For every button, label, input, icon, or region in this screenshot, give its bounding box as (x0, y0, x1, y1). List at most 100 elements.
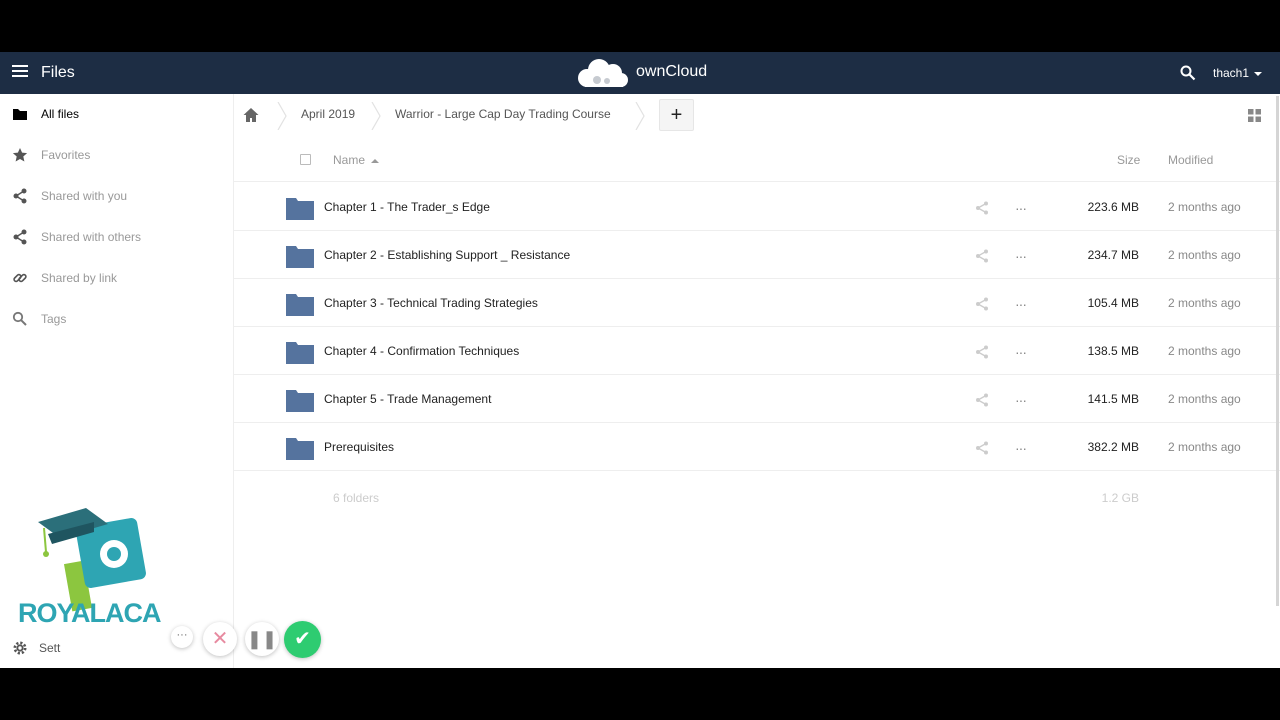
sidebar-item-label: Shared with you (41, 189, 128, 203)
pause-button[interactable]: ❚❚ (245, 622, 279, 656)
folder-icon (13, 109, 27, 120)
top-bar: Files ownCloud thach1 (0, 52, 1280, 94)
file-name[interactable]: Prerequisites (324, 440, 394, 454)
sidebar-item-label: Shared with others (41, 230, 142, 244)
more-actions-icon[interactable]: ··· (1015, 344, 1027, 360)
file-modified: 2 months ago (1168, 344, 1241, 358)
folder-icon (286, 198, 314, 220)
sort-ascending-icon (371, 158, 380, 163)
user-menu[interactable]: thach1 (1213, 66, 1263, 80)
select-all-checkbox[interactable] (300, 154, 311, 165)
table-row[interactable]: Chapter 2 - Establishing Support _ Resis… (234, 231, 1280, 279)
share-icon[interactable] (975, 249, 989, 263)
file-list: Chapter 1 - The Trader_s Edge ··· 223.6 … (234, 183, 1280, 471)
sidebar: All files Favorites Shared with you Shar… (0, 94, 234, 668)
link-icon (13, 273, 27, 283)
folder-icon (286, 438, 314, 460)
settings-label: Sett (39, 641, 61, 655)
column-header-modified[interactable]: Modified (1168, 153, 1213, 167)
cancel-button[interactable]: ✕ (203, 622, 237, 656)
table-row[interactable]: Prerequisites ··· 382.2 MB 2 months ago (234, 423, 1280, 471)
more-actions-icon[interactable]: ··· (1015, 248, 1027, 264)
column-header-name-label: Name (333, 153, 366, 167)
column-header-size[interactable]: Size (1117, 153, 1140, 167)
breadcrumb-separator-icon (277, 102, 287, 130)
sidebar-item-label: All files (41, 107, 80, 121)
sidebar-item-favorites[interactable]: Favorites (0, 135, 233, 175)
sidebar-item-shared-with-others[interactable]: Shared with others (0, 217, 233, 257)
app-name[interactable]: Files (41, 64, 75, 82)
more-actions-icon[interactable]: ··· (1015, 392, 1027, 408)
file-modified: 2 months ago (1168, 440, 1241, 454)
file-name[interactable]: Chapter 2 - Establishing Support _ Resis… (324, 248, 570, 262)
breadcrumb-separator-icon (635, 102, 645, 130)
breadcrumb-item[interactable]: Warrior - Large Cap Day Trading Course (395, 107, 611, 121)
file-summary: 6 folders 1.2 GB (234, 491, 1280, 521)
folder-icon (286, 294, 314, 316)
table-header: Name Size Modified (234, 138, 1280, 182)
file-name[interactable]: Chapter 4 - Confirmation Techniques (324, 344, 519, 358)
share-icon[interactable] (975, 345, 989, 359)
share-icon[interactable] (975, 393, 989, 407)
owncloud-window: Files ownCloud thach1 All files Favorite… (0, 52, 1280, 668)
gear-icon (13, 641, 27, 655)
breadcrumb-separator-icon (371, 102, 381, 130)
search-icon (12, 311, 27, 326)
file-modified: 2 months ago (1168, 296, 1241, 310)
owncloud-logo-icon (578, 59, 628, 87)
file-modified: 2 months ago (1168, 248, 1241, 262)
file-size: 141.5 MB (1087, 392, 1139, 406)
file-size: 234.7 MB (1087, 248, 1139, 262)
folder-icon (286, 246, 314, 268)
file-list-view: April 2019 Warrior - Large Cap Day Tradi… (234, 94, 1280, 668)
table-row[interactable]: Chapter 1 - The Trader_s Edge ··· 223.6 … (234, 183, 1280, 231)
table-row[interactable]: Chapter 5 - Trade Management ··· 141.5 M… (234, 375, 1280, 423)
total-size: 1.2 GB (1101, 491, 1139, 505)
new-button[interactable]: + (659, 99, 694, 131)
file-size: 223.6 MB (1087, 200, 1139, 214)
more-options-button[interactable]: ··· (171, 626, 193, 648)
settings-button[interactable]: Sett (0, 634, 233, 664)
file-name[interactable]: Chapter 5 - Trade Management (324, 392, 491, 406)
confirm-button[interactable]: ✔ (284, 621, 321, 658)
more-actions-icon[interactable]: ··· (1015, 200, 1027, 216)
column-header-name[interactable]: Name (333, 153, 380, 167)
table-row[interactable]: Chapter 4 - Confirmation Techniques ··· … (234, 327, 1280, 375)
file-name[interactable]: Chapter 3 - Technical Trading Strategies (324, 296, 538, 310)
sidebar-item-label: Shared by link (41, 271, 118, 285)
sidebar-item-label: Favorites (41, 148, 91, 162)
chevron-down-icon (1254, 71, 1263, 76)
search-icon[interactable] (1180, 65, 1196, 81)
share-icon[interactable] (975, 441, 989, 455)
brand-name: ownCloud (636, 63, 708, 80)
file-modified: 2 months ago (1168, 200, 1241, 214)
sidebar-item-label: Tags (41, 312, 67, 326)
file-size: 105.4 MB (1087, 296, 1139, 310)
more-actions-icon[interactable]: ··· (1015, 440, 1027, 456)
sidebar-item-tags[interactable]: Tags (0, 299, 233, 339)
file-size: 382.2 MB (1087, 440, 1139, 454)
file-size: 138.5 MB (1087, 344, 1139, 358)
share-icon (13, 188, 27, 204)
file-name[interactable]: Chapter 1 - The Trader_s Edge (324, 200, 490, 214)
table-row[interactable]: Chapter 3 - Technical Trading Strategies… (234, 279, 1280, 327)
scrollbar[interactable] (1276, 96, 1279, 606)
promo-logo-text: ROYALACA (18, 598, 162, 628)
grid-view-icon[interactable] (1248, 109, 1261, 122)
user-name: thach1 (1213, 66, 1250, 80)
more-actions-icon[interactable]: ··· (1015, 296, 1027, 312)
sidebar-item-shared-by-link[interactable]: Shared by link (0, 258, 233, 298)
home-icon[interactable] (242, 106, 260, 124)
breadcrumb-item[interactable]: April 2019 (301, 107, 355, 121)
file-modified: 2 months ago (1168, 392, 1241, 406)
share-icon[interactable] (975, 297, 989, 311)
sidebar-item-all-files[interactable]: All files (0, 94, 233, 134)
sidebar-item-shared-with-you[interactable]: Shared with you (0, 176, 233, 216)
breadcrumb: April 2019 Warrior - Large Cap Day Tradi… (234, 94, 1280, 138)
folder-icon (286, 342, 314, 364)
star-icon (12, 148, 28, 162)
share-icon[interactable] (975, 201, 989, 215)
folder-count: 6 folders (333, 491, 380, 505)
hamburger-menu-icon[interactable] (12, 65, 28, 81)
share-icon (13, 229, 27, 245)
